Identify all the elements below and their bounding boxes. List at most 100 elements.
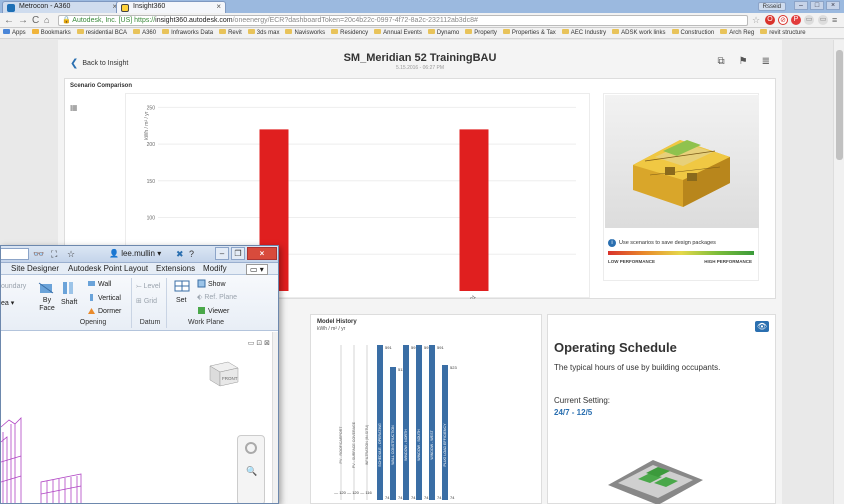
- set-icon[interactable]: [173, 279, 191, 293]
- bookmark-item[interactable]: Infraworks Data: [162, 29, 213, 36]
- level-button[interactable]: ⤚ Level: [136, 283, 160, 291]
- y-tick-label: 100: [147, 216, 156, 222]
- bookmark-label: Dynamo: [436, 30, 460, 36]
- home-icon[interactable]: ⌂: [44, 15, 49, 26]
- browser-tab-insight[interactable]: Insight360 ×: [116, 1, 226, 13]
- steering-wheel-icon[interactable]: [245, 442, 257, 454]
- ribbon-toggle[interactable]: ▭ ▾: [246, 264, 268, 275]
- bookmark-item[interactable]: Construction: [671, 29, 714, 36]
- bookmark-item[interactable]: Apps: [3, 29, 26, 36]
- address-bar[interactable]: 🔒 Autodesk, Inc. [US] https://insight360…: [58, 15, 748, 26]
- os-current-value[interactable]: 24/7 - 12/5: [554, 408, 592, 417]
- compare-icon[interactable]: ⧉: [718, 56, 725, 67]
- bookmark-item[interactable]: Arch Reg: [720, 29, 754, 36]
- bar: [459, 129, 489, 291]
- star-icon[interactable]: ☆: [752, 15, 760, 26]
- folder-icon: [374, 29, 382, 34]
- flag-icon[interactable]: ⚑: [739, 56, 748, 67]
- bookmark-item[interactable]: Property: [465, 29, 497, 36]
- shaft-icon[interactable]: [59, 281, 77, 295]
- viewer-icon: [198, 307, 205, 314]
- back-arrow-icon[interactable]: ←: [4, 15, 14, 26]
- shaft-button[interactable]: Shaft: [61, 299, 77, 306]
- forward-arrow-icon[interactable]: →: [18, 15, 28, 26]
- bookmark-item[interactable]: A360: [133, 29, 156, 36]
- bookmark-item[interactable]: Properties & Tax: [502, 29, 556, 36]
- zoom-icon[interactable]: 🔍: [246, 466, 257, 477]
- close-icon[interactable]: ×: [216, 2, 221, 12]
- dormer-icon: [88, 308, 95, 314]
- pinterest-icon[interactable]: P: [791, 15, 801, 25]
- history-bar: [416, 345, 422, 500]
- star-icon[interactable]: ☆: [67, 248, 75, 260]
- bottom-label: — 116: [360, 490, 372, 495]
- close-window-button[interactable]: ×: [826, 1, 840, 10]
- tab-modify[interactable]: Modify: [203, 263, 227, 275]
- grid-icon[interactable]: ▦: [70, 103, 78, 112]
- bookmark-item[interactable]: Bookmarks: [31, 29, 71, 36]
- extension-icon[interactable]: ⊘: [778, 15, 788, 25]
- bookmark-item[interactable]: revit structure: [760, 29, 806, 36]
- bookmark-item[interactable]: Navisworks: [285, 29, 325, 36]
- menu-icon[interactable]: ≡: [832, 15, 837, 26]
- bookmark-item[interactable]: AEC Industry: [561, 29, 606, 36]
- bookmark-item[interactable]: Dynamo: [427, 29, 460, 36]
- bookmark-item[interactable]: Revit: [219, 29, 242, 36]
- extension-icon[interactable]: ▭: [804, 15, 814, 25]
- reload-icon[interactable]: C: [32, 15, 39, 26]
- wall-button[interactable]: Wall: [87, 279, 111, 288]
- show-button[interactable]: Show: [197, 279, 226, 288]
- by-face-button[interactable]: By Face: [39, 297, 55, 313]
- bookmark-item[interactable]: 3ds max: [247, 29, 279, 36]
- minimize-button[interactable]: –: [794, 1, 808, 10]
- set-button[interactable]: Set: [176, 297, 187, 304]
- binoculars-icon[interactable]: 👓: [33, 248, 44, 260]
- grid-button[interactable]: ⊞ Grid: [136, 297, 157, 305]
- ref-plane-button[interactable]: ⬖ Ref. Plane: [197, 293, 237, 301]
- tab-label: Metrocon - A360: [19, 3, 71, 10]
- area-dropdown[interactable]: ea ▾: [1, 299, 14, 307]
- scrollbar-thumb[interactable]: [836, 50, 843, 160]
- close-window-button[interactable]: ×: [247, 247, 277, 260]
- window-controls: – □ ×: [794, 1, 840, 10]
- folder-icon: [427, 29, 435, 34]
- view-scrollbar[interactable]: [272, 332, 278, 503]
- user-menu[interactable]: 👤 lee.mullin ▾: [109, 249, 161, 258]
- by-face-icon[interactable]: [37, 281, 55, 295]
- viewer-button[interactable]: Viewer: [197, 306, 229, 315]
- tab-point-layout[interactable]: Autodesk Point Layout: [68, 263, 148, 275]
- tab-site-designer[interactable]: Site Designer: [11, 263, 59, 275]
- bookmark-item[interactable]: residential BCA: [76, 29, 127, 36]
- extension-icon[interactable]: O: [765, 15, 775, 25]
- eye-icon[interactable]: 👁: [755, 321, 769, 332]
- vertical-button[interactable]: Vertical: [87, 293, 121, 302]
- maximize-button[interactable]: □: [810, 1, 824, 10]
- profile-chip[interactable]: Rsseid: [757, 2, 786, 11]
- viewer-label: Viewer: [208, 308, 230, 315]
- exchange-icon[interactable]: ✖: [176, 248, 184, 260]
- building-model-image[interactable]: [605, 95, 759, 228]
- extension-icon[interactable]: ▭: [818, 15, 828, 25]
- bookmark-item[interactable]: Residency: [331, 29, 368, 36]
- restore-button[interactable]: ❐: [231, 247, 245, 260]
- view-cube[interactable]: FRONT: [206, 356, 240, 388]
- dormer-button[interactable]: Dormer: [87, 306, 121, 315]
- revit-3d-view[interactable]: ▭ ⊡ ⊠ FRONT 🔍: [1, 332, 278, 503]
- stack-icon[interactable]: ≣: [762, 56, 770, 67]
- bookmark-item[interactable]: Annual Events: [374, 29, 422, 36]
- bookmark-item[interactable]: ADSK work links: [612, 29, 666, 36]
- help-label: ?: [189, 249, 195, 259]
- bookmark-label: ADSK work links: [621, 30, 666, 36]
- minimize-button[interactable]: –: [215, 247, 229, 260]
- boundary-label: oundary: [1, 283, 27, 290]
- navigation-bar[interactable]: 🔍: [237, 435, 265, 503]
- help-icon[interactable]: ?: [189, 248, 194, 260]
- revit-search-input[interactable]: [1, 248, 29, 260]
- browser-tab-a360[interactable]: Metrocon - A360 ×: [2, 1, 122, 13]
- area-label: ea: [1, 300, 9, 307]
- bar-bottom-label: 74: [424, 495, 429, 500]
- tab-extensions[interactable]: Extensions: [156, 263, 195, 275]
- page-scrollbar[interactable]: [833, 40, 844, 504]
- view-controls[interactable]: ▭ ⊡ ⊠: [248, 339, 270, 347]
- subscription-icon[interactable]: ⛶: [51, 248, 57, 260]
